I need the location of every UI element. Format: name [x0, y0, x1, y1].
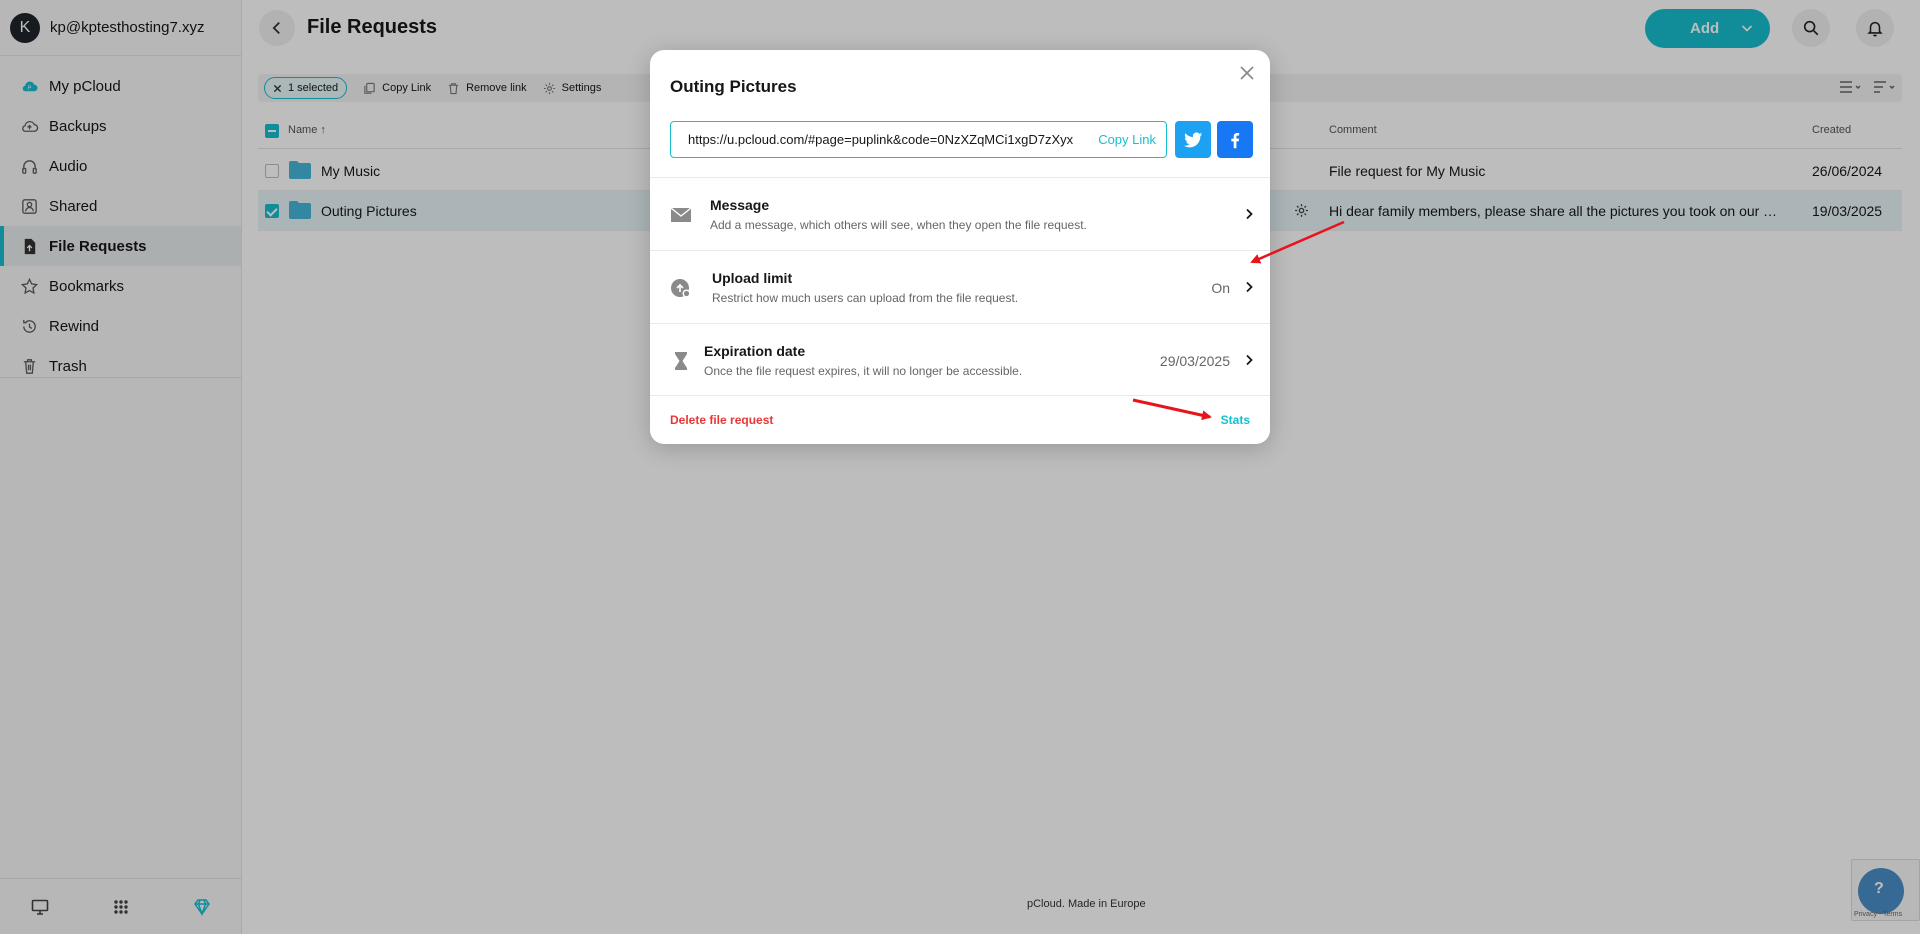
twitter-icon — [1183, 132, 1203, 147]
chevron-right-icon — [1242, 207, 1256, 221]
delete-file-request-button[interactable]: Delete file request — [670, 413, 773, 427]
upload-limit-option[interactable]: Upload limit Restrict how much users can… — [650, 250, 1270, 323]
stats-button[interactable]: Stats — [1221, 413, 1250, 427]
message-option[interactable]: Message Add a message, which others will… — [650, 177, 1270, 250]
modal-title: Outing Pictures — [670, 77, 797, 96]
modal-footer: Delete file request Stats — [650, 395, 1270, 444]
message-title: Message — [710, 197, 770, 213]
expiration-date-title: Expiration date — [704, 343, 806, 359]
upload-limit-icon — [670, 277, 692, 299]
copy-link-button[interactable]: Copy Link — [1098, 132, 1156, 147]
share-link-url[interactable]: https://u.pcloud.com/#page=puplink&code=… — [688, 132, 1083, 147]
chevron-right-icon — [1242, 353, 1256, 367]
expiration-date-value: 29/03/2025 — [1159, 353, 1230, 369]
facebook-share-button[interactable] — [1217, 121, 1253, 158]
expiration-date-option[interactable]: Expiration date Once the file request ex… — [650, 323, 1270, 396]
twitter-share-button[interactable] — [1175, 121, 1211, 158]
upload-limit-title: Upload limit — [712, 270, 793, 286]
file-request-modal: Outing Pictures https://u.pcloud.com/#pa… — [650, 50, 1270, 444]
expiration-date-description: Once the file request expires, it will n… — [704, 364, 1023, 378]
message-description: Add a message, which others will see, wh… — [710, 218, 1087, 232]
chevron-right-icon — [1242, 280, 1256, 294]
upload-limit-value: On — [1211, 280, 1230, 296]
close-icon[interactable] — [1236, 62, 1258, 84]
hourglass-icon — [670, 350, 692, 372]
share-link-field[interactable]: https://u.pcloud.com/#page=puplink&code=… — [670, 121, 1167, 158]
upload-limit-description: Restrict how much users can upload from … — [712, 291, 1019, 305]
share-link-row: https://u.pcloud.com/#page=puplink&code=… — [670, 121, 1253, 158]
envelope-icon — [670, 204, 692, 226]
facebook-icon — [1231, 132, 1240, 148]
